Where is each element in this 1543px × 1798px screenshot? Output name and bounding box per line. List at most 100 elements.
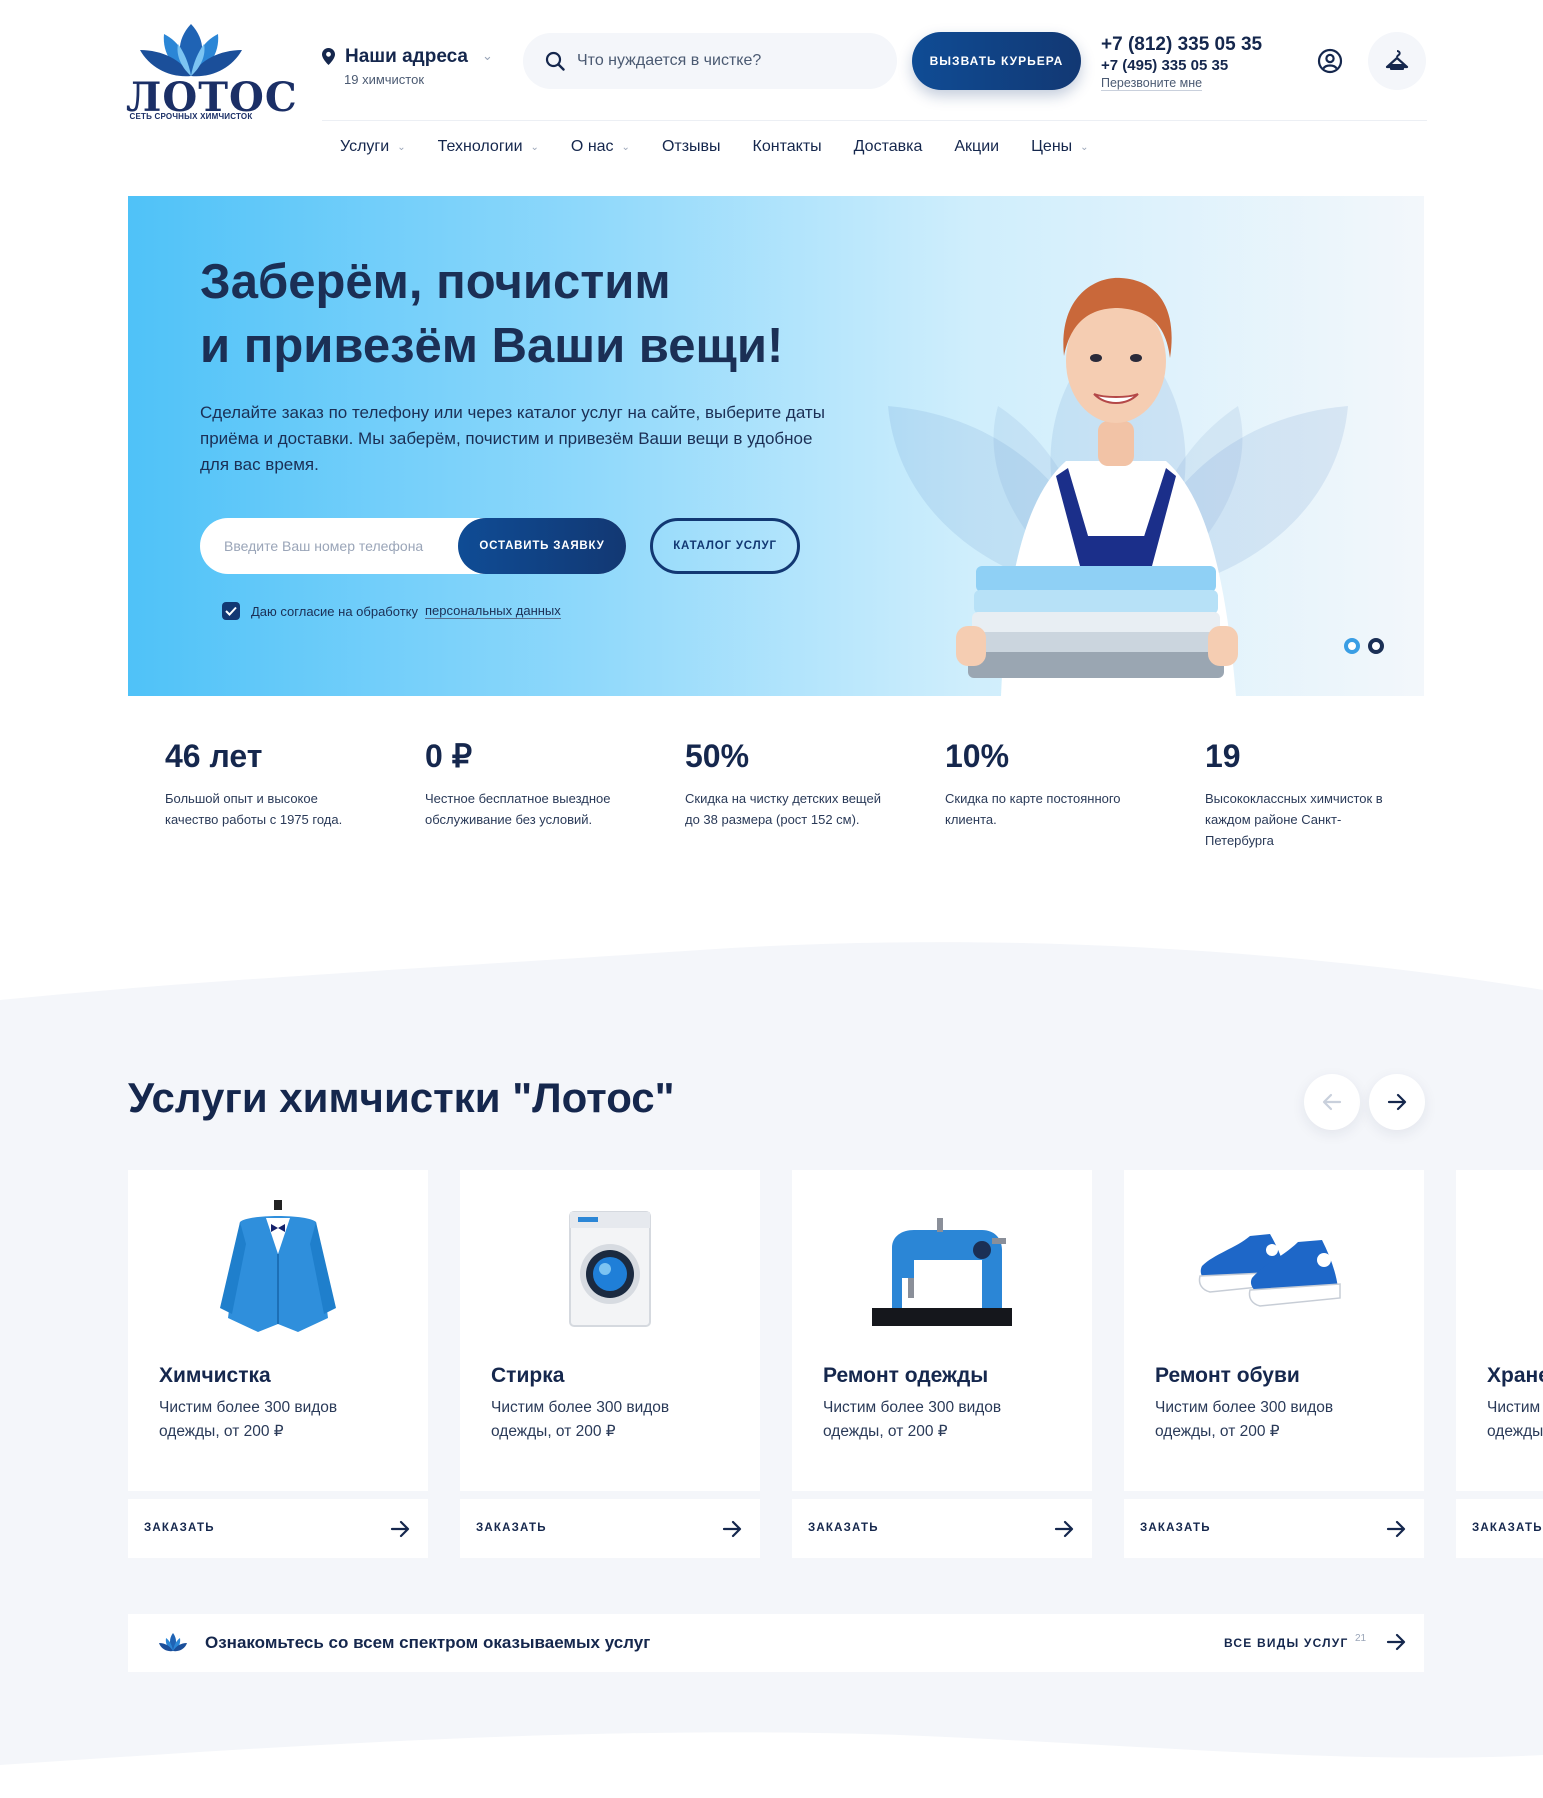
nav-item-delivery[interactable]: Доставка	[854, 138, 923, 156]
callback-link[interactable]: Перезвоните мне	[1101, 76, 1203, 91]
chevron-down-icon: ⌄	[621, 141, 630, 153]
slider-dot-2[interactable]	[1368, 638, 1384, 654]
order-link[interactable]: ЗАКАЗАТЬ	[1472, 1522, 1543, 1534]
service-card-description: Чистим более 300 видов одежды, от 200 ₽	[159, 1399, 338, 1440]
phones-block: +7 (812) 335 05 35 +7 (495) 335 05 35 Пе…	[1101, 34, 1262, 92]
stats-row: 46 лет Большой опыт и высокое качество р…	[165, 736, 1425, 876]
service-card-description: Чистим более 300 видов одежды, от 200 ₽	[823, 1399, 1002, 1440]
carousel-prev-button[interactable]	[1304, 1074, 1360, 1130]
search-input[interactable]	[577, 47, 877, 75]
slider-dot-1[interactable]	[1344, 638, 1360, 654]
order-link[interactable]: ЗАКАЗАТЬ	[1140, 1522, 1211, 1534]
stat-value: 19	[1205, 738, 1241, 774]
phone-primary[interactable]: +7 (812) 335 05 35	[1101, 34, 1262, 56]
service-card-title: Ремонт обуви	[1155, 1364, 1300, 1387]
order-link[interactable]: ЗАКАЗАТЬ	[808, 1522, 879, 1534]
nav-item-prices[interactable]: Цены ⌄	[1031, 138, 1088, 156]
service-card-title: Стирка	[491, 1364, 565, 1387]
lotus-icon	[159, 1633, 187, 1652]
nav-item-promotions[interactable]: Акции	[954, 138, 999, 156]
lotus-logo-icon	[140, 24, 242, 77]
order-link[interactable]: ЗАКАЗАТЬ	[144, 1522, 215, 1534]
nav-label: О нас	[570, 138, 614, 155]
services-title: Услуги химчистки "Лотос"	[128, 1074, 675, 1121]
suit-image	[220, 1200, 336, 1332]
consent-row: Даю согласие на обработку персональных д…	[222, 602, 561, 620]
nav-item-technologies[interactable]: Технологии ⌄	[438, 138, 539, 156]
services-catalog-button[interactable]: КАТАЛОГ УСЛУГ	[650, 518, 800, 574]
service-card-title: Ремонт одежды	[823, 1364, 989, 1387]
services-count-badge: 21	[1355, 1633, 1367, 1644]
nav-item-contacts[interactable]: Контакты	[753, 138, 822, 156]
user-icon[interactable]	[1317, 48, 1343, 74]
arrow-left-icon	[1322, 1093, 1342, 1111]
chevron-down-icon: ⌄	[1080, 141, 1089, 153]
service-card-description: Чистим более 300 видов одежды, от 200 ₽	[491, 1399, 670, 1440]
nav-label: Контакты	[752, 138, 822, 155]
stat-item: 0 ₽ Честное бесплатное выездное обслужив…	[425, 736, 625, 830]
washing-machine-image	[569, 1211, 651, 1327]
nav-item-about[interactable]: О нас ⌄	[571, 138, 630, 156]
wave-divider	[0, 1732, 1543, 1798]
submit-request-button[interactable]: ОСТАВИТЬ ЗАЯВКУ	[458, 518, 626, 574]
stat-item: 19 Высококлассных химчисток в каждом рай…	[1205, 736, 1405, 851]
hero-title: Заберём, почистим и привезём Ваши вещи!	[200, 255, 784, 373]
personal-data-link[interactable]: персональных данных	[424, 603, 561, 619]
courier-woman-image	[956, 277, 1238, 696]
stat-value: 0 ₽	[425, 738, 473, 774]
service-order-row[interactable]: ЗАКАЗАТЬ	[128, 1499, 428, 1558]
consent-checkbox[interactable]	[222, 602, 240, 620]
carousel-next-button[interactable]	[1369, 1074, 1425, 1130]
all-services-link[interactable]: ВСЕ ВИДЫ УСЛУГ	[1224, 1636, 1348, 1650]
hero-description: Сделайте заказ по телефону или через кат…	[200, 403, 825, 474]
consent-label: Даю согласие на обработку	[251, 603, 418, 619]
services-carousel: Химчистка Чистим более 300 видов одежды,…	[128, 1170, 1543, 1558]
header-divider	[322, 120, 1427, 121]
all-services-banner: Ознакомьтесь со всем спектром оказываемы…	[128, 1614, 1424, 1672]
service-order-row[interactable]: ЗАКАЗАТЬ	[1124, 1499, 1424, 1558]
arrow-right-icon	[1386, 1520, 1406, 1538]
nav-label: Цены	[1031, 138, 1073, 155]
arrow-right-icon	[390, 1520, 410, 1538]
site-header: ЛОТОС СЕТЬ СРОЧНЫХ ХИМЧИСТОК Наши адреса…	[0, 0, 1543, 180]
nav-item-services[interactable]: Услуги ⌄	[340, 138, 406, 156]
search-icon[interactable]	[545, 51, 565, 71]
arrow-right-icon	[722, 1520, 742, 1538]
phone-form: ОСТАВИТЬ ЗАЯВКУ	[200, 518, 626, 574]
sewing-machine-image	[872, 1218, 1012, 1326]
main-nav: Услуги ⌄ Технологии ⌄ О нас ⌄ Отзывы Контак…	[340, 138, 1121, 156]
call-courier-button[interactable]: ВЫЗВАТЬ КУРЬЕРА	[912, 32, 1081, 90]
service-card[interactable]: Химчистка Чистим более 300 видов одежды,…	[128, 1170, 428, 1558]
order-link[interactable]: ЗАКАЗАТЬ	[476, 1522, 547, 1534]
logo[interactable]: ЛОТОС СЕТЬ СРОЧНЫХ ХИМЧИСТОК	[126, 20, 297, 128]
arrow-right-icon[interactable]	[1386, 1632, 1406, 1652]
service-card-description: Чистим более 300 видов одежды, от 200 ₽	[1155, 1399, 1334, 1440]
sneakers-image	[1198, 1234, 1341, 1307]
stat-item: 46 лет Большой опыт и высокое качество р…	[165, 736, 365, 830]
service-order-row[interactable]: ЗАКАЗАТЬ	[1456, 1499, 1543, 1558]
service-card[interactable]: Ремонт одежды Чистим более 300 видов оде…	[792, 1170, 1092, 1558]
service-card-title: Хранение	[1487, 1364, 1543, 1387]
chevron-down-icon: ⌄	[397, 141, 406, 153]
wave-divider	[0, 940, 1543, 1000]
service-card[interactable]: Стирка Чистим более 300 видов одежды, от…	[460, 1170, 760, 1558]
service-card[interactable]: Хранение Чистим более 300 видов одежды, …	[1456, 1170, 1543, 1558]
phone-secondary[interactable]: +7 (495) 335 05 35	[1101, 57, 1262, 74]
service-card-body: Хранение Чистим более 300 видов одежды, …	[1456, 1170, 1543, 1491]
stat-description: Большой опыт и высокое качество работы с…	[165, 791, 343, 827]
stat-value: 50%	[685, 738, 750, 774]
service-card[interactable]: Ремонт обуви Чистим более 300 видов одеж…	[1124, 1170, 1424, 1558]
service-order-row[interactable]: ЗАКАЗАТЬ	[460, 1499, 760, 1558]
cart-button[interactable]	[1368, 32, 1426, 90]
stat-item: 50% Скидка на чистку детских вещей до 38…	[685, 736, 885, 830]
arrow-right-icon	[1387, 1093, 1407, 1111]
nav-label: Отзывы	[661, 138, 721, 155]
all-services-text: Ознакомьтесь со всем спектром оказываемы…	[205, 1633, 651, 1652]
nav-item-reviews[interactable]: Отзывы	[662, 138, 721, 156]
phone-input[interactable]	[224, 532, 454, 560]
nav-label: Технологии	[437, 138, 523, 155]
addresses-count: 19 химчисток	[344, 72, 425, 87]
service-card-body: Стирка Чистим более 300 видов одежды, от…	[460, 1170, 760, 1491]
service-order-row[interactable]: ЗАКАЗАТЬ	[792, 1499, 1092, 1558]
chevron-down-icon: ⌄	[530, 141, 539, 153]
